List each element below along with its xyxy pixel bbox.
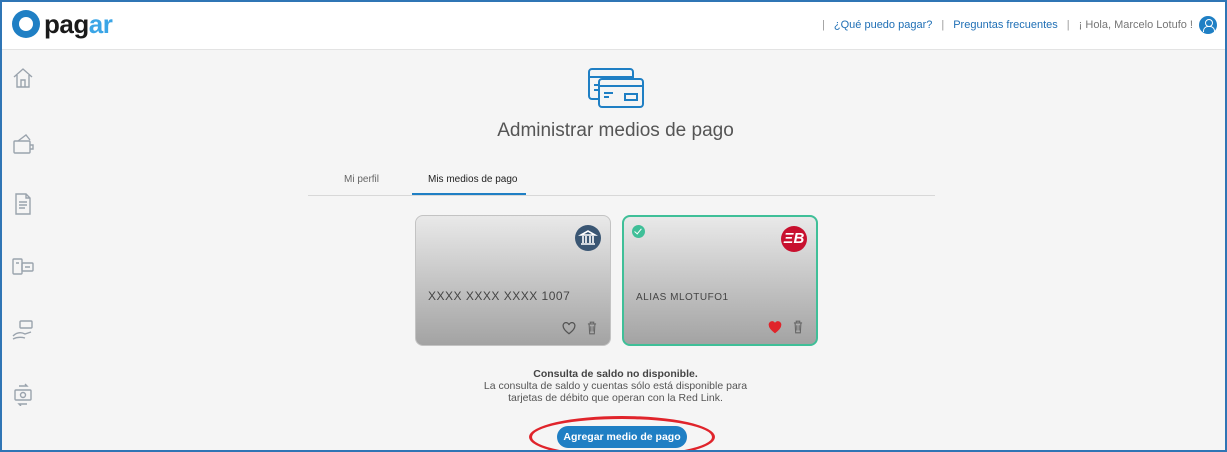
tab-mi-perfil[interactable]: Mi perfil xyxy=(344,174,379,185)
logo-mark-icon xyxy=(12,10,40,38)
payment-card-selected[interactable]: ΞB ALIAS MLOTUFO1 xyxy=(622,215,818,346)
selected-check-icon xyxy=(632,225,645,238)
send-money-icon[interactable] xyxy=(11,318,35,342)
card-actions xyxy=(768,320,804,334)
balance-info: Consulta de saldo no disponible. La cons… xyxy=(2,368,1225,404)
delete-trash-icon[interactable] xyxy=(792,320,804,334)
active-tab-indicator xyxy=(412,193,526,195)
que-puedo-pagar-link[interactable]: ¿Qué puedo pagar? xyxy=(834,19,932,31)
info-title: Consulta de saldo no disponible. xyxy=(533,368,698,380)
top-bar: pagar | ¿Qué puedo pagar? | Preguntas fr… xyxy=(2,2,1225,50)
annotation-highlight xyxy=(529,416,715,450)
payment-card[interactable]: XXXX XXXX XXXX 1007 xyxy=(415,215,611,346)
info-line: tarjetas de débito que operan con la Red… xyxy=(508,392,723,404)
tab-mis-medios-de-pago[interactable]: Mis medios de pago xyxy=(428,174,518,185)
delete-trash-icon[interactable] xyxy=(586,321,598,335)
card-number: XXXX XXXX XXXX 1007 xyxy=(428,289,571,303)
payment-methods-icon xyxy=(588,68,644,108)
pagar-logo[interactable]: pagar xyxy=(12,9,113,39)
document-icon[interactable] xyxy=(11,192,35,216)
card-alias: ALIAS MLOTUFO1 xyxy=(636,292,729,303)
ebanx-icon: ΞB xyxy=(781,226,807,252)
preguntas-frecuentes-link[interactable]: Preguntas frecuentes xyxy=(953,19,1058,31)
info-line: La consulta de saldo y cuentas sólo está… xyxy=(483,380,748,392)
favorite-heart-icon[interactable] xyxy=(562,321,576,335)
separator: | xyxy=(941,19,945,31)
separator: | xyxy=(1066,19,1070,31)
tab-bar: Mi perfil Mis medios de pago xyxy=(308,164,935,196)
bank-icon xyxy=(575,225,601,251)
separator: | xyxy=(822,19,825,31)
card-actions xyxy=(562,321,598,335)
pay-services-icon[interactable] xyxy=(11,254,35,278)
app-window: pagar | ¿Qué puedo pagar? | Preguntas fr… xyxy=(0,0,1227,452)
logo-wordmark: pagar xyxy=(44,9,113,39)
top-links: | ¿Qué puedo pagar? | Preguntas frecuent… xyxy=(813,16,1217,34)
user-avatar-icon[interactable] xyxy=(1199,16,1217,34)
user-greeting[interactable]: ¡ Hola, Marcelo Lotufo ! xyxy=(1079,19,1193,31)
favorite-heart-icon[interactable] xyxy=(768,320,782,334)
page-title: Administrar medios de pago xyxy=(497,120,734,141)
home-icon[interactable] xyxy=(11,66,35,90)
